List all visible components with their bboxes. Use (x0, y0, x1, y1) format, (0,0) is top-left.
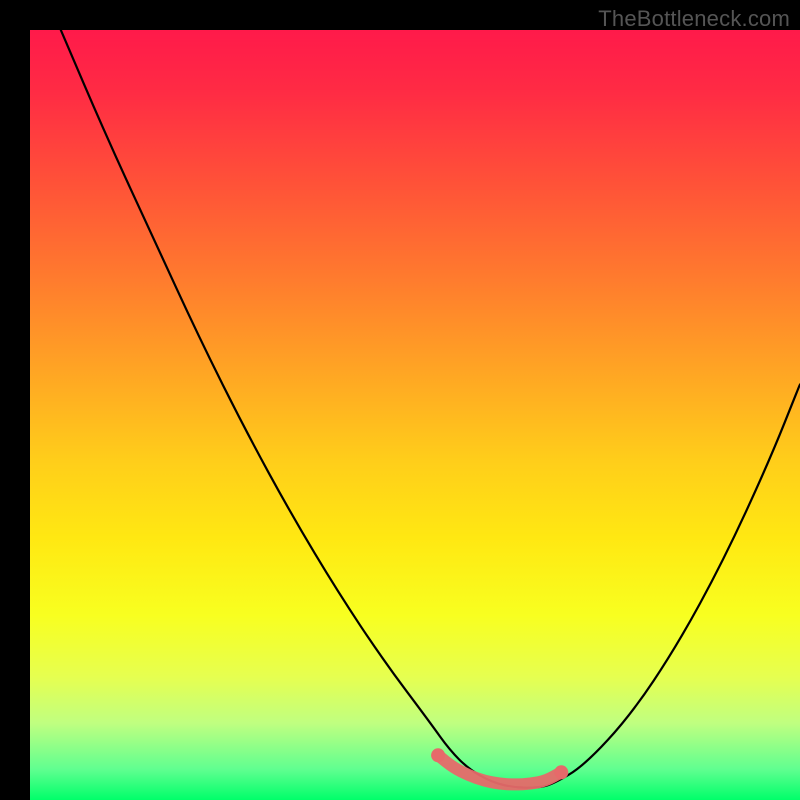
optimum-end-dot (554, 765, 568, 779)
optimum-band-path (438, 755, 561, 784)
chart-frame: TheBottleneck.com (0, 0, 800, 800)
plot-area (30, 30, 800, 800)
optimum-start-dot (431, 748, 445, 762)
optimum-band-group (431, 748, 568, 784)
bottleneck-curve-path (61, 30, 800, 788)
curve-layer (30, 30, 800, 800)
watermark-text: TheBottleneck.com (598, 6, 790, 32)
